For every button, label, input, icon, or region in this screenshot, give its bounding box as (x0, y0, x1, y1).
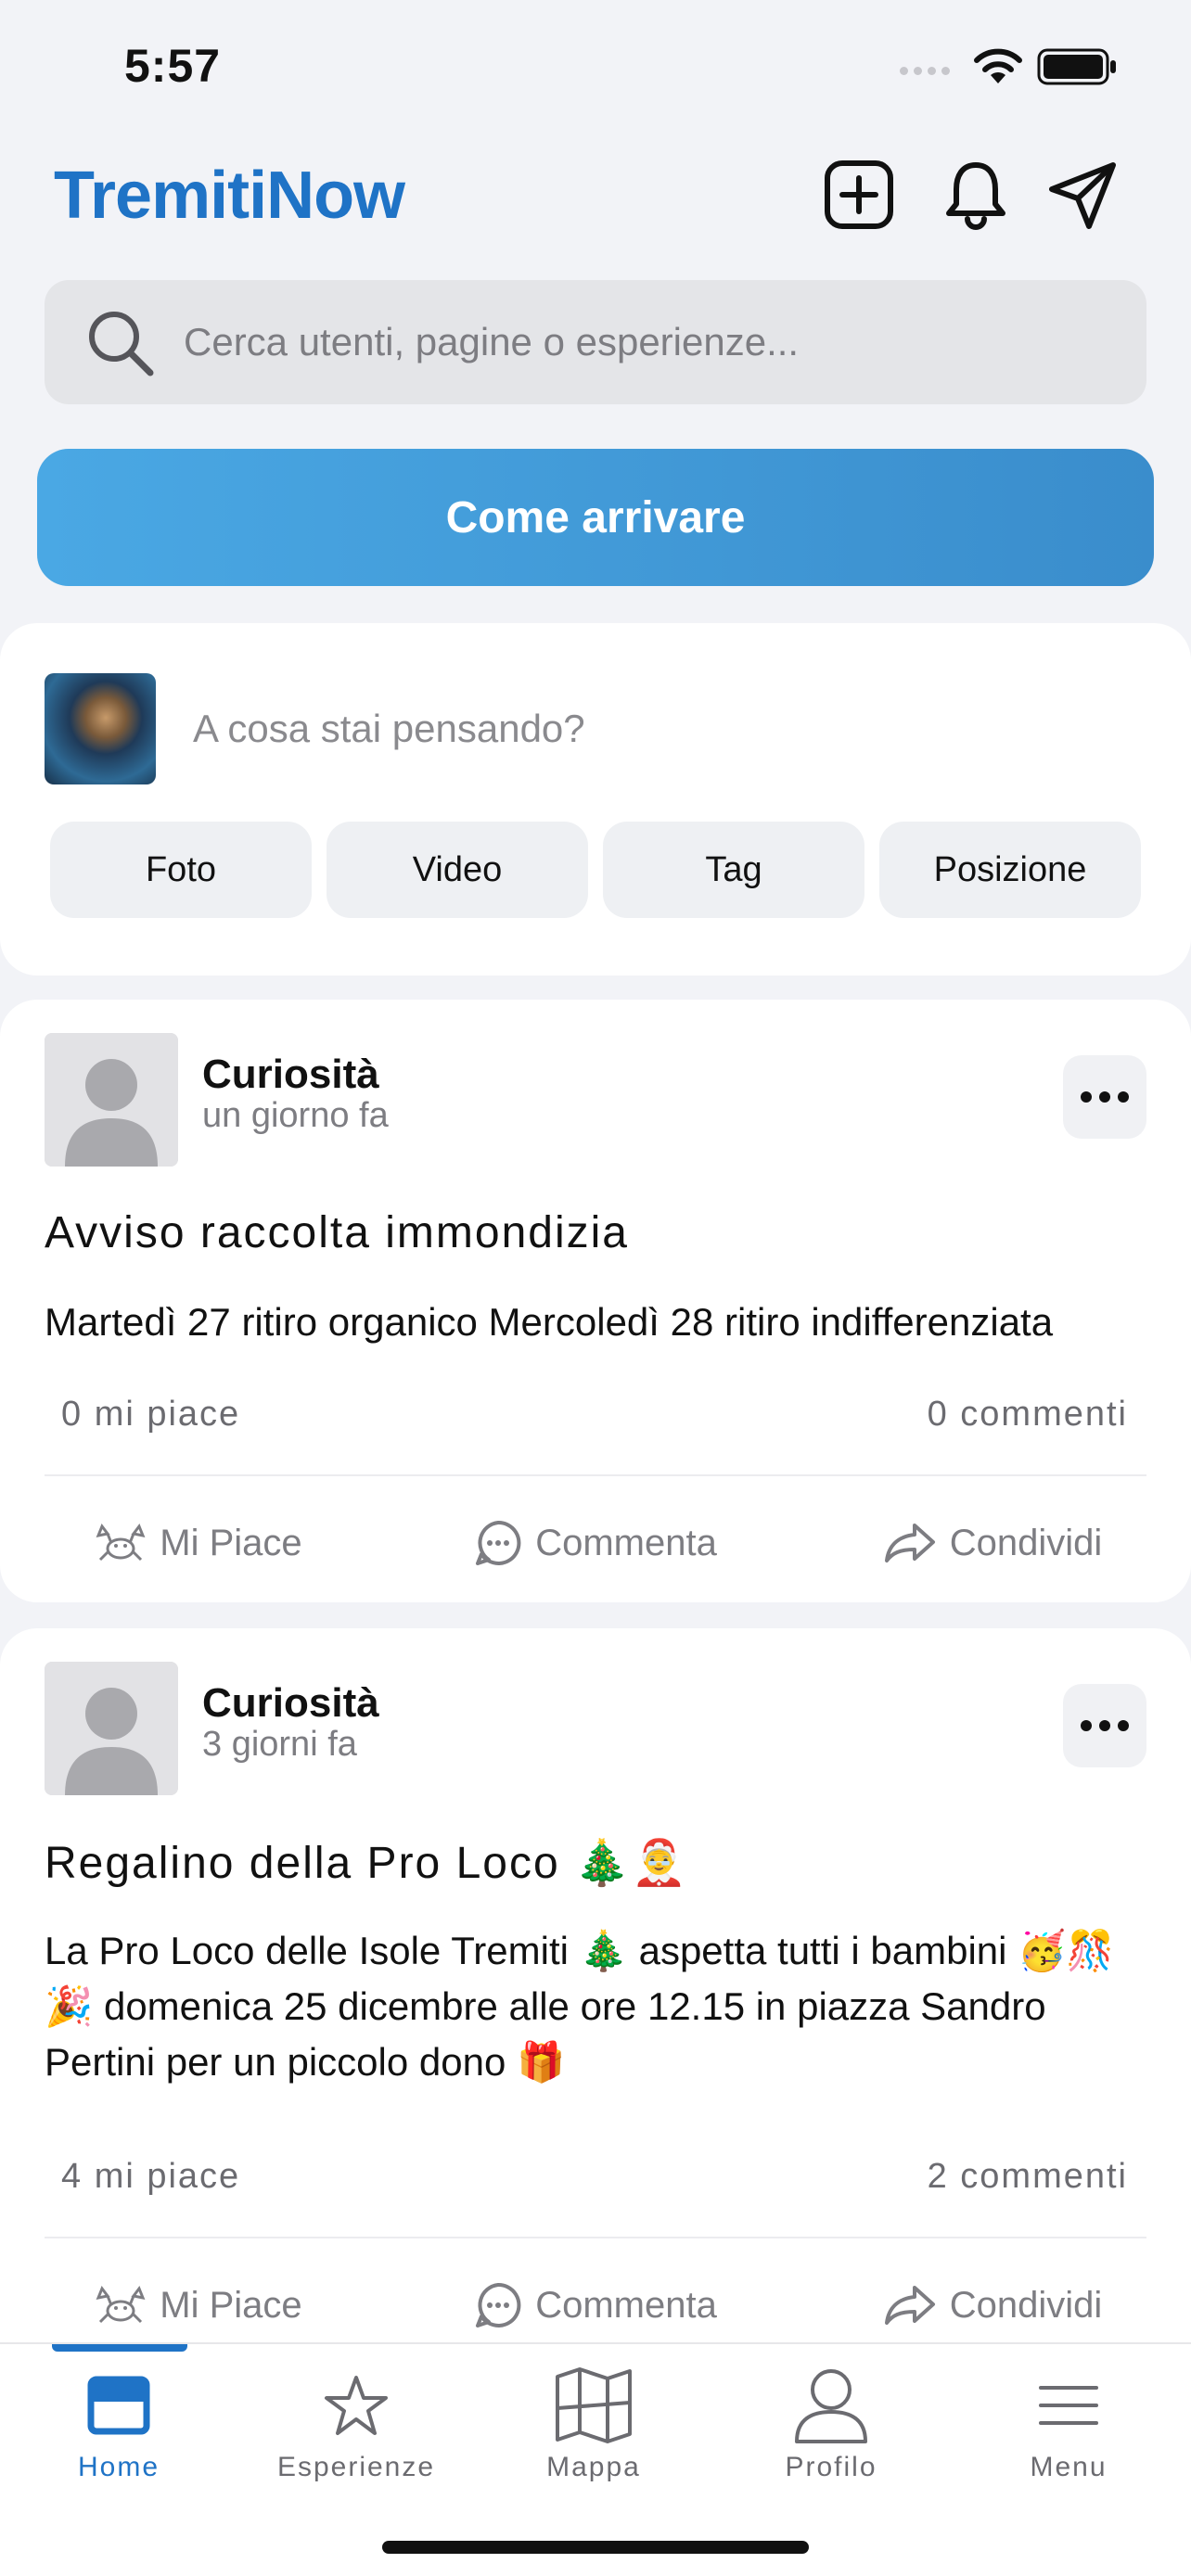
comment-bubble-icon (476, 2282, 521, 2327)
status-time: 5:57 (124, 40, 222, 92)
hamburger-icon (1039, 2386, 1098, 2425)
like-label: Mi Piace (160, 2284, 302, 2326)
tab-label: Home (77, 2452, 160, 2482)
directions-button[interactable]: Come arrivare (37, 449, 1154, 586)
share-arrow-icon (884, 1524, 935, 1562)
home-icon (87, 2376, 150, 2435)
composer-options: Foto Video Tag Posizione (50, 822, 1141, 918)
crab-icon (96, 1523, 146, 1562)
share-label: Condividi (949, 1522, 1103, 1563)
like-button[interactable]: Mi Piace (0, 1519, 397, 1567)
post-composer: A cosa stai pensando? Foto Video Tag Pos… (0, 623, 1191, 976)
tag-chip[interactable]: Tag (603, 822, 864, 918)
comment-label: Commenta (535, 1522, 717, 1563)
author-avatar[interactable] (45, 1662, 178, 1795)
more-options-button[interactable] (1063, 1684, 1146, 1767)
app-header: TremitiNow (0, 148, 1191, 260)
status-bar: 5:57 (0, 0, 1191, 139)
comments-count[interactable]: 0 commenti (928, 1395, 1128, 1435)
likes-count[interactable]: 0 mi piace (61, 1395, 240, 1435)
add-post-icon[interactable] (820, 156, 898, 234)
likes-count[interactable]: 4 mi piace (61, 2157, 240, 2197)
post-card: Curiosità un giorno fa Avviso raccolta i… (0, 1000, 1191, 1602)
post-body: Martedì 27 ritiro organico Mercoledì 28 … (45, 1300, 1054, 1344)
divider (45, 2237, 1146, 2238)
like-button[interactable]: Mi Piace (0, 2281, 397, 2329)
share-label: Condividi (949, 2284, 1103, 2326)
tab-menu[interactable]: Menu (950, 2361, 1187, 2500)
tab-label: Menu (1030, 2452, 1108, 2482)
bell-icon[interactable] (937, 156, 1015, 234)
author-avatar[interactable] (45, 1033, 178, 1167)
share-button[interactable]: Condividi (794, 1519, 1191, 1567)
more-options-button[interactable] (1063, 1055, 1146, 1139)
tab-esperienze[interactable]: Esperienze (237, 2361, 475, 2500)
post-author[interactable]: Curiosità (202, 1680, 379, 1727)
active-tab-indicator (52, 2344, 187, 2352)
search-icon (89, 312, 154, 376)
divider (45, 1474, 1146, 1476)
cellular-signal-icon (900, 67, 950, 75)
post-actions: Mi Piace Commenta Condividi (0, 2281, 1191, 2329)
tab-mappa[interactable]: Mappa (475, 2361, 712, 2500)
tab-home[interactable]: Home (0, 2361, 237, 2500)
share-arrow-icon (884, 2286, 935, 2325)
map-icon (556, 2367, 632, 2443)
star-icon (325, 2376, 388, 2435)
person-icon (795, 2369, 867, 2443)
send-icon[interactable] (1044, 156, 1122, 234)
like-label: Mi Piace (160, 1522, 302, 1563)
crab-icon (96, 2285, 146, 2324)
post-title: Regalino della Pro Loco 🎄🤶 (45, 1839, 689, 1888)
location-chip[interactable]: Posizione (879, 822, 1141, 918)
share-button[interactable]: Condividi (794, 2281, 1191, 2329)
app-logo: TremitiNow (54, 158, 405, 234)
comment-bubble-icon (476, 1520, 521, 1565)
post-stats: 4 mi piace 2 commenti (61, 2157, 1128, 2197)
search-input[interactable] (184, 320, 1111, 364)
home-indicator[interactable] (382, 2541, 809, 2554)
post-title: Avviso raccolta immondizia (45, 1208, 629, 1257)
comment-button[interactable]: Commenta (397, 2281, 794, 2329)
logo-text-part2: Now (266, 159, 405, 233)
comment-label: Commenta (535, 2284, 717, 2326)
tab-profilo[interactable]: Profilo (712, 2361, 950, 2500)
post-timestamp: un giorno fa (202, 1096, 389, 1135)
post-timestamp: 3 giorni fa (202, 1725, 357, 1764)
post-actions: Mi Piace Commenta Condividi (0, 1519, 1191, 1567)
tab-label: Mappa (546, 2452, 641, 2482)
video-chip[interactable]: Video (327, 822, 588, 918)
photo-chip[interactable]: Foto (50, 822, 312, 918)
comment-button[interactable]: Commenta (397, 1519, 794, 1567)
search-bar[interactable] (45, 280, 1146, 404)
post-stats: 0 mi piace 0 commenti (61, 1395, 1128, 1435)
battery-icon (1037, 48, 1116, 85)
composer-prompt[interactable]: A cosa stai pensando? (193, 707, 585, 751)
logo-text-part1: Tremiti (54, 159, 267, 233)
comments-count[interactable]: 2 commenti (928, 2157, 1128, 2197)
user-avatar[interactable] (45, 673, 156, 784)
wifi-icon (974, 48, 1022, 83)
tab-label: Profilo (785, 2452, 877, 2482)
post-body: La Pro Loco delle Isole Tremiti 🎄 aspett… (45, 1929, 1115, 2084)
tab-label: Esperienze (276, 2452, 436, 2482)
post-author[interactable]: Curiosità (202, 1052, 379, 1098)
